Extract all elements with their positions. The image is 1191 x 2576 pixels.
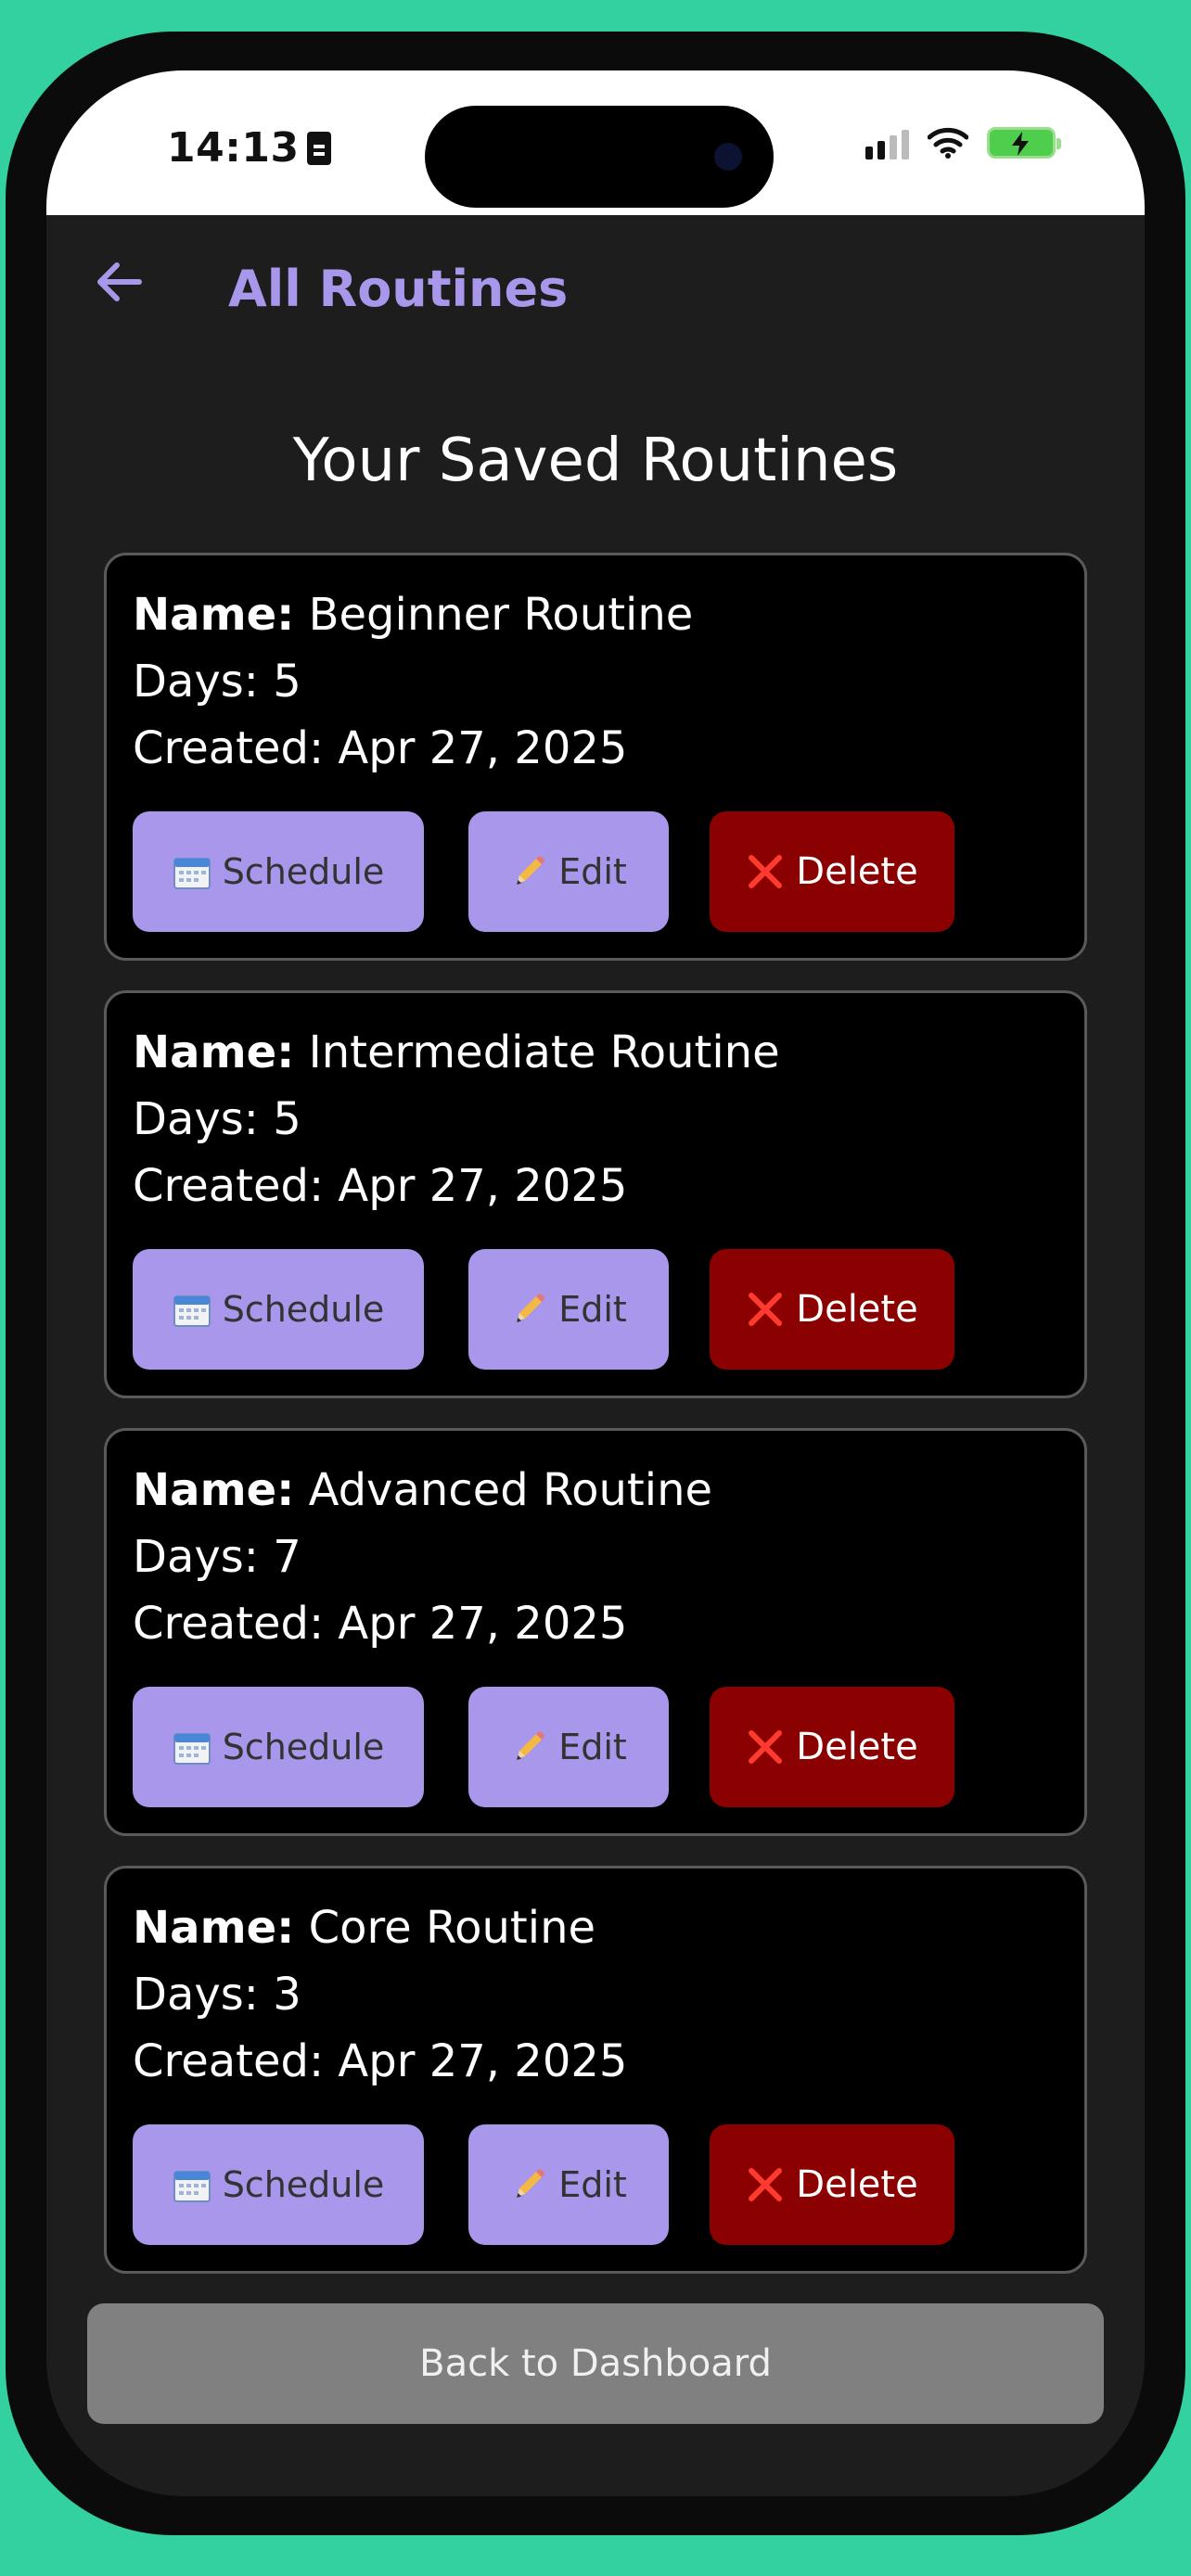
- close-icon: [749, 855, 783, 888]
- pencil-icon: [517, 856, 544, 885]
- schedule-label: Schedule: [222, 1727, 385, 1767]
- routine-created-value: Apr 27, 2025: [338, 1598, 628, 1650]
- routine-name: Name: Core Routine: [133, 1902, 596, 1954]
- id-badge-icon: [306, 132, 331, 165]
- edit-button[interactable]: Edit: [468, 1249, 669, 1370]
- routine-days-value: 7: [273, 1531, 301, 1583]
- app-bar: All Routines: [46, 215, 1145, 354]
- edit-button[interactable]: Edit: [468, 1687, 669, 1807]
- delete-button[interactable]: Delete: [710, 1249, 954, 1370]
- routine-created-value: Apr 27, 2025: [338, 1160, 628, 1212]
- close-icon: [749, 2168, 783, 2201]
- camera-icon: [714, 143, 742, 171]
- days-label: Days:: [133, 1969, 259, 2021]
- delete-label: Delete: [796, 1288, 918, 1331]
- name-label: Name:: [133, 1902, 295, 1954]
- schedule-button[interactable]: Schedule: [133, 2124, 424, 2245]
- phone-frame: 14:13 All Routines Your Saved Routines N…: [6, 32, 1185, 2535]
- schedule-label: Schedule: [222, 1289, 385, 1330]
- edit-button[interactable]: Edit: [468, 2124, 669, 2245]
- routine-created: Created: Apr 27, 2025: [133, 1160, 627, 1212]
- name-label: Name:: [133, 589, 295, 641]
- created-label: Created:: [133, 1160, 325, 1212]
- routine-card: Name: Core Routine Days: 3 Created: Apr …: [104, 1866, 1087, 2274]
- edit-label: Edit: [558, 851, 627, 892]
- routine-name-value: Core Routine: [308, 1902, 596, 1954]
- delete-label: Delete: [796, 1726, 918, 1768]
- status-bar: 14:13: [46, 70, 1145, 215]
- routine-days-value: 3: [273, 1969, 301, 2021]
- routine-name-value: Intermediate Routine: [308, 1027, 780, 1078]
- delete-button[interactable]: Delete: [710, 2124, 954, 2245]
- status-time-text: 14:13: [167, 124, 300, 172]
- routine-days: Days: 7: [133, 1531, 301, 1583]
- routine-days-value: 5: [273, 1093, 301, 1145]
- routine-days-value: 5: [273, 656, 301, 708]
- days-label: Days:: [133, 1093, 259, 1145]
- dynamic-island: [425, 106, 774, 208]
- wifi-icon: [928, 127, 968, 159]
- routine-days: Days: 5: [133, 656, 301, 708]
- routine-card: Name: Intermediate Routine Days: 5 Creat…: [104, 990, 1087, 1398]
- days-label: Days:: [133, 1531, 259, 1583]
- delete-button[interactable]: Delete: [710, 1687, 954, 1807]
- routine-days: Days: 3: [133, 1969, 301, 2021]
- routine-name-value: Beginner Routine: [308, 589, 694, 641]
- system-icons: [865, 126, 1061, 159]
- edit-label: Edit: [558, 1727, 627, 1767]
- delete-button[interactable]: Delete: [710, 811, 954, 932]
- routine-days: Days: 5: [133, 1093, 301, 1145]
- days-label: Days:: [133, 656, 259, 708]
- back-to-dashboard-label: Back to Dashboard: [419, 2342, 772, 2385]
- cellular-signal-icon: [865, 126, 909, 159]
- section-heading: Your Saved Routines: [292, 427, 899, 495]
- schedule-label: Schedule: [222, 2164, 385, 2205]
- routine-card: Name: Advanced Routine Days: 7 Created: …: [104, 1428, 1087, 1836]
- routine-created: Created: Apr 27, 2025: [133, 1598, 627, 1650]
- status-time: 14:13: [167, 124, 331, 172]
- created-label: Created:: [133, 2035, 325, 2087]
- routine-name: Name: Beginner Routine: [133, 589, 693, 641]
- page-title: All Routines: [228, 260, 569, 318]
- routine-created-value: Apr 27, 2025: [338, 722, 628, 774]
- app-screen: 14:13 All Routines Your Saved Routines N…: [46, 70, 1145, 2496]
- schedule-button[interactable]: Schedule: [133, 1687, 424, 1807]
- schedule-label: Schedule: [222, 851, 385, 892]
- calendar-icon: [173, 1733, 211, 1765]
- routine-created-value: Apr 27, 2025: [338, 2035, 628, 2087]
- delete-label: Delete: [796, 2163, 918, 2206]
- routine-name: Name: Advanced Routine: [133, 1464, 712, 1516]
- pencil-icon: [517, 1731, 544, 1760]
- routine-created: Created: Apr 27, 2025: [133, 2035, 627, 2087]
- battery-charging-icon: [987, 127, 1061, 159]
- edit-label: Edit: [558, 1289, 627, 1330]
- back-to-dashboard-button[interactable]: Back to Dashboard: [87, 2303, 1104, 2424]
- routine-name-value: Advanced Routine: [308, 1464, 713, 1516]
- routine-card: Name: Beginner Routine Days: 5 Created: …: [104, 553, 1087, 961]
- close-icon: [749, 1730, 783, 1764]
- pencil-icon: [517, 2169, 544, 2198]
- routine-created: Created: Apr 27, 2025: [133, 722, 627, 774]
- routine-name: Name: Intermediate Routine: [133, 1027, 780, 1078]
- edit-label: Edit: [558, 2164, 627, 2205]
- calendar-icon: [173, 1295, 211, 1327]
- created-label: Created:: [133, 1598, 325, 1650]
- close-icon: [749, 1293, 783, 1326]
- schedule-button[interactable]: Schedule: [133, 1249, 424, 1370]
- name-label: Name:: [133, 1464, 295, 1516]
- pencil-icon: [517, 1294, 544, 1322]
- arrow-left-icon[interactable]: [82, 245, 156, 319]
- calendar-icon: [173, 2171, 211, 2202]
- edit-button[interactable]: Edit: [468, 811, 669, 932]
- calendar-icon: [173, 858, 211, 889]
- delete-label: Delete: [796, 850, 918, 893]
- created-label: Created:: [133, 722, 325, 774]
- name-label: Name:: [133, 1027, 295, 1078]
- schedule-button[interactable]: Schedule: [133, 811, 424, 932]
